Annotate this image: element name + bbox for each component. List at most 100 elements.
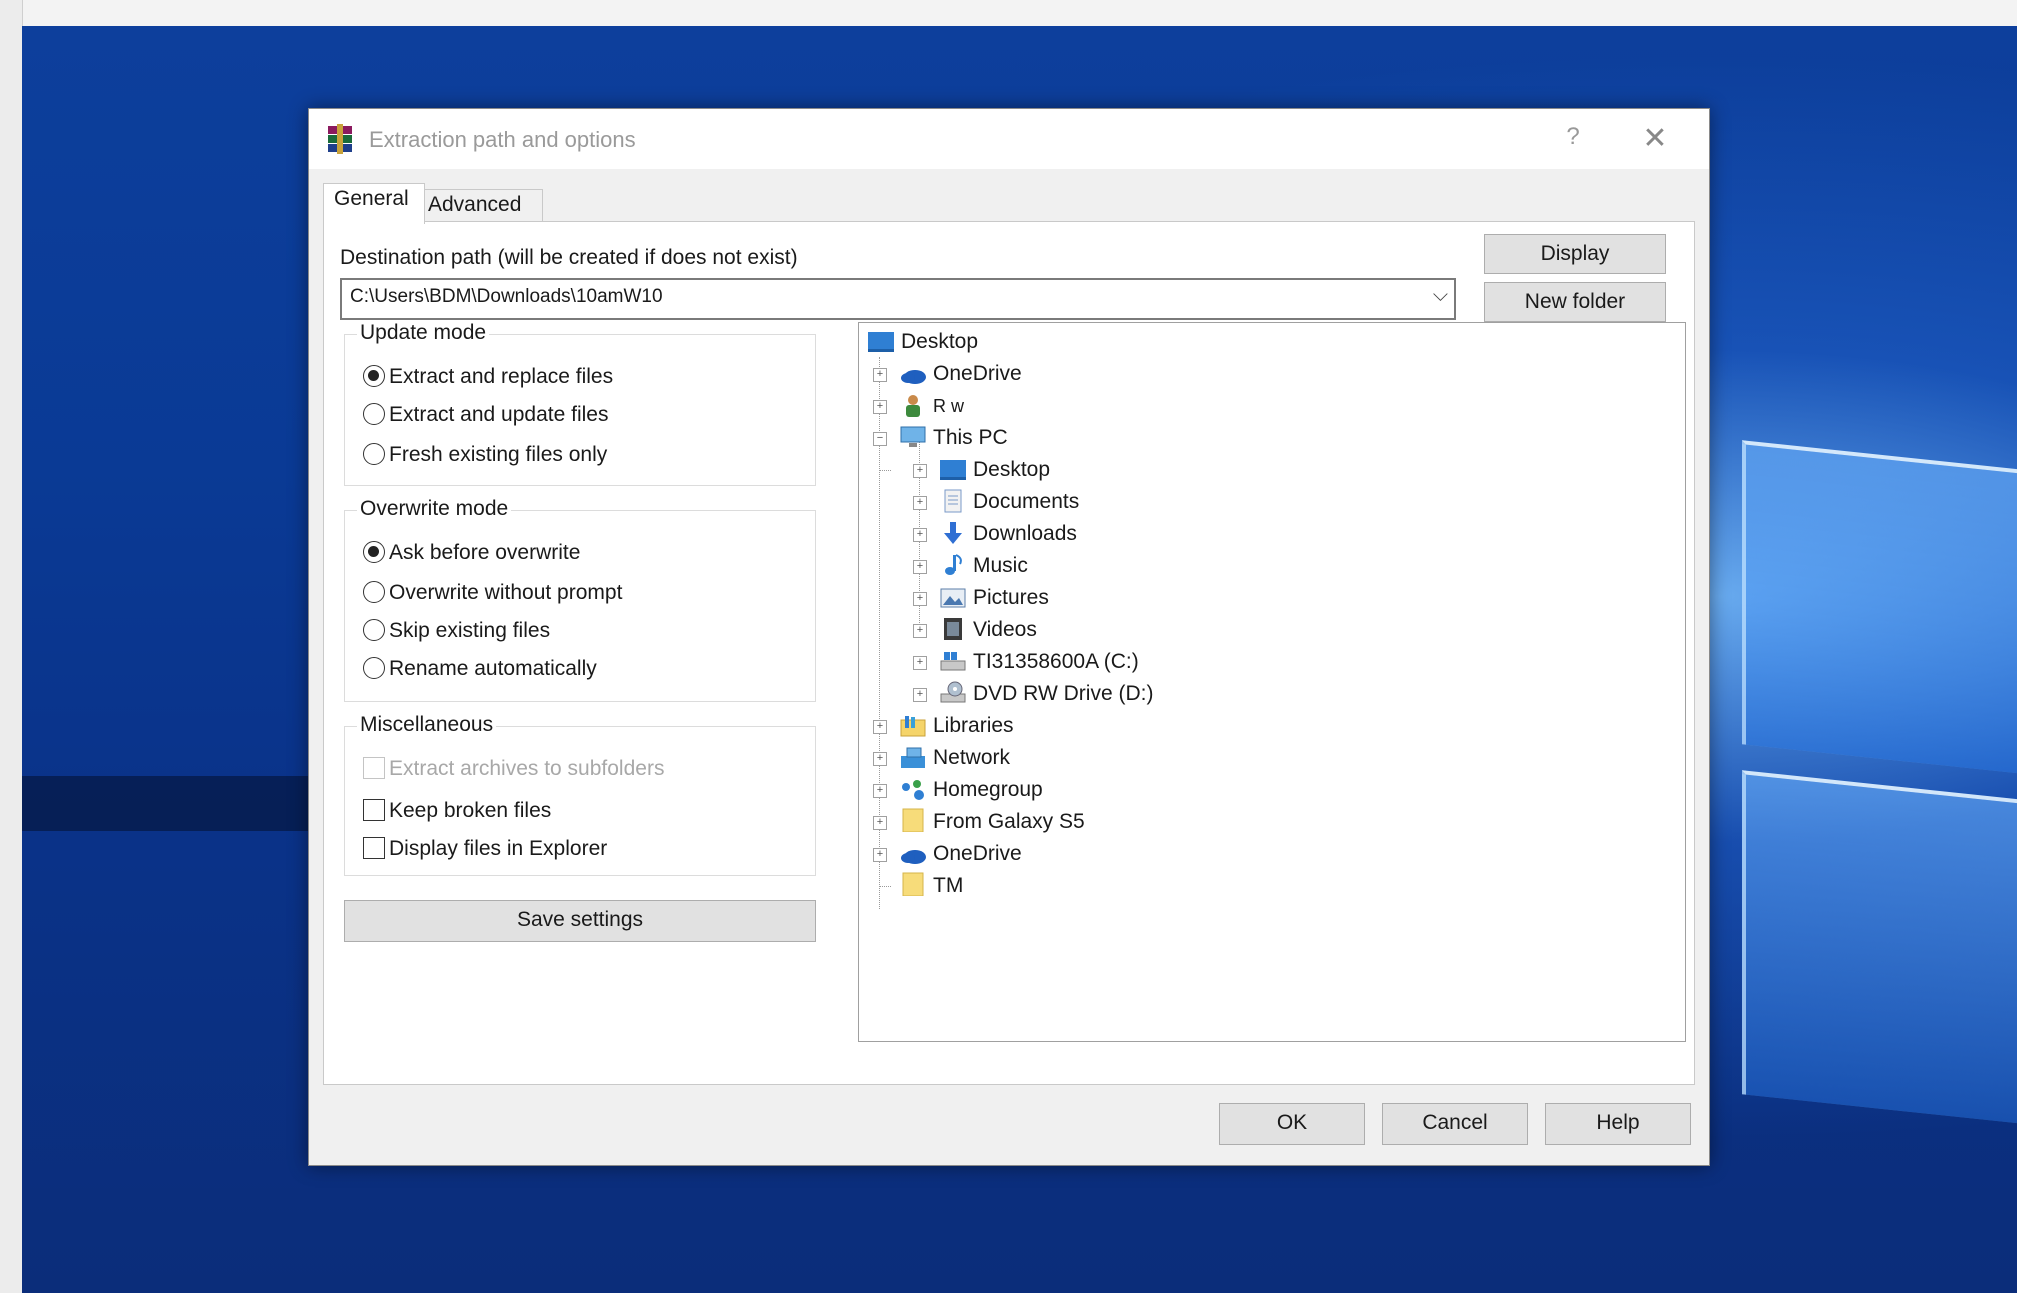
radio-label: Rename automatically [389,657,597,680]
onedrive-icon [901,850,926,864]
expand-plus-icon[interactable]: + [873,368,887,382]
winrar-books-icon [328,124,352,154]
top-window-edge [0,0,2017,27]
radio-ask-before-overwrite[interactable]: Ask before overwrite [363,541,580,565]
dialog-footer: OK Cancel Help [309,1091,1709,1165]
overwrite-mode-title: Overwrite mode [357,497,512,521]
music-icon [945,554,962,575]
tree-item-label: DVD RW Drive (D:) [973,682,1154,705]
expand-plus-icon[interactable]: + [873,720,887,734]
expand-plus-icon[interactable]: + [913,688,927,702]
downloads-icon [944,522,962,544]
expand-plus-icon[interactable]: + [913,528,927,542]
expand-plus-icon[interactable]: + [913,560,927,574]
checkbox-label: Display files in Explorer [389,837,608,860]
tree-item-label: OneDrive [933,362,1022,385]
checkbox-keep-broken-files[interactable]: Keep broken files [363,799,551,823]
checkbox-empty-icon[interactable] [363,837,385,859]
radio-empty-icon[interactable] [363,619,385,641]
radio-extract-replace[interactable]: Extract and replace files [363,365,613,389]
tree-item-label: Desktop [901,330,979,353]
checkbox-display-in-explorer[interactable]: Display files in Explorer [363,837,607,861]
destination-path-combobox[interactable]: C:\Users\BDM\Downloads\10amW10 ⌵ [340,278,1456,320]
radio-extract-update[interactable]: Extract and update files [363,403,608,427]
windows-logo-pane-top [1742,440,2017,777]
radio-selected-icon[interactable] [363,365,385,387]
expand-plus-icon[interactable]: + [913,656,927,670]
destination-path-value: C:\Users\BDM\Downloads\10amW10 [350,286,663,307]
miscellaneous-group: Miscellaneous Extract archives to subfol… [344,713,816,876]
miscellaneous-title: Miscellaneous [357,713,497,737]
radio-label: Extract and replace files [389,365,614,388]
display-button[interactable]: Display [1484,234,1666,274]
close-button[interactable]: ✕ [1635,119,1675,159]
tree-item-label: OneDrive [933,842,1022,865]
help-title-button[interactable]: ? [1555,123,1591,155]
network-icon [901,747,925,768]
radio-label: Fresh existing files only [389,443,608,466]
chevron-down-icon[interactable]: ⌵ [1433,284,1448,307]
checkbox-label: Keep broken files [389,799,552,822]
overwrite-mode-group: Overwrite mode Ask before overwrite Over… [344,497,816,702]
expand-plus-icon[interactable]: + [913,624,927,638]
tree-item-label: Homegroup [933,778,1043,801]
tree-item-label: Network [933,746,1011,769]
update-mode-group: Update mode Extract and replace files Ex… [344,321,816,486]
tab-advanced[interactable]: Advanced [417,189,543,222]
expand-plus-icon[interactable]: + [873,784,887,798]
radio-empty-icon[interactable] [363,443,385,465]
expand-plus-icon[interactable]: + [873,752,887,766]
expand-plus-icon[interactable]: + [873,816,887,830]
checkbox-label: Extract archives to subfolders [389,757,665,780]
tree-item-label: Pictures [973,586,1049,609]
radio-label: Skip existing files [389,619,551,642]
folder-tree[interactable]: Desktop + OneDrive + R w − This PC + Des… [858,322,1686,1042]
tree-item-label: Music [973,554,1028,577]
tree-item-label: TI31358600A (C:) [973,650,1139,673]
destination-label: Destination path (will be created if doe… [340,246,798,269]
tab-general[interactable]: General [323,183,425,224]
expand-plus-icon[interactable]: + [873,848,887,862]
checkbox-extract-subfolders: Extract archives to subfolders [363,757,664,781]
radio-fresh-existing[interactable]: Fresh existing files only [363,443,607,467]
new-folder-button[interactable]: New folder [1484,282,1666,322]
folder-icon [902,872,924,896]
cancel-button[interactable]: Cancel [1382,1103,1528,1145]
radio-label: Ask before overwrite [389,541,581,564]
general-panel: Destination path (will be created if doe… [323,221,1695,1085]
expand-plus-icon[interactable]: + [913,496,927,510]
libraries-icon [900,716,926,737]
documents-icon [944,489,962,513]
onedrive-icon [901,370,926,384]
expand-plus-icon[interactable]: + [873,400,887,414]
radio-selected-icon[interactable] [363,541,385,563]
radio-rename-automatically[interactable]: Rename automatically [363,657,597,681]
extraction-dialog: Extraction path and options ? ✕ General … [308,108,1710,1166]
checkbox-empty-icon[interactable] [363,799,385,821]
tree-item-label: Downloads [973,522,1077,545]
collapse-minus-icon[interactable]: − [873,432,887,446]
radio-overwrite-without-prompt[interactable]: Overwrite without prompt [363,581,622,605]
windows-logo-light [1742,440,2017,1192]
tree-item-label: TM [933,874,964,897]
ok-button[interactable]: OK [1219,1103,1365,1145]
radio-empty-icon[interactable] [363,657,385,679]
user-icon [906,395,920,417]
help-button[interactable]: Help [1545,1103,1691,1145]
dvd-drive-icon [940,681,966,703]
update-mode-title: Update mode [357,321,490,345]
save-settings-button[interactable]: Save settings [344,900,816,942]
desktop-icon [940,460,966,480]
radio-skip-existing[interactable]: Skip existing files [363,619,550,643]
radio-label: Extract and update files [389,403,609,426]
expand-plus-icon[interactable]: + [913,592,927,606]
wallpaper-dark-band [22,776,332,831]
tree-branch-line [879,470,891,471]
folder-icon [902,808,924,832]
tree-item-label: Desktop [973,458,1051,481]
tree-branch-line [879,886,891,887]
tree-item-label: Documents [973,490,1080,513]
expand-plus-icon[interactable]: + [913,464,927,478]
radio-empty-icon[interactable] [363,581,385,603]
radio-empty-icon[interactable] [363,403,385,425]
